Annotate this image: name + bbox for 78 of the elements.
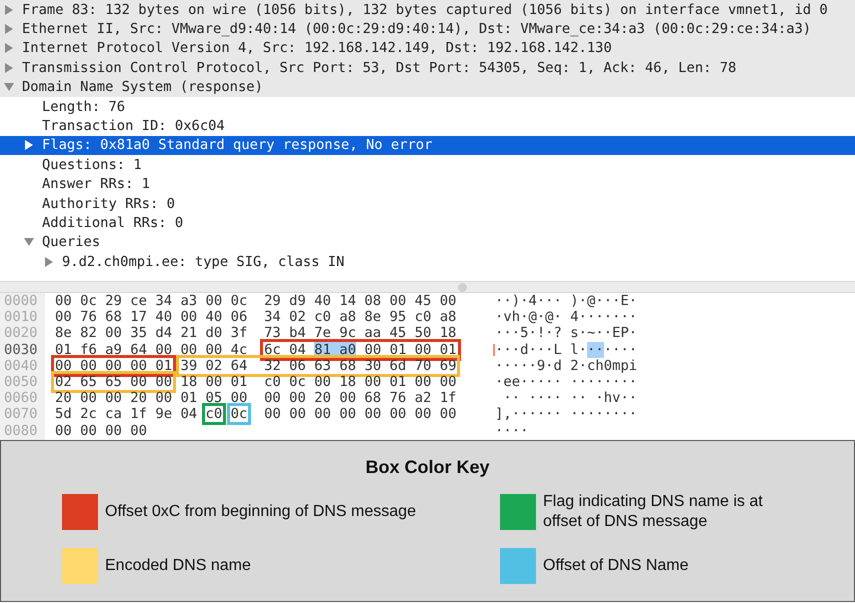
offset-label: 0010 [4,309,38,326]
tree-row[interactable]: Transaction ID: 0x6c04 [0,116,855,136]
offset-label: 0020 [4,325,38,342]
legend-label: Encoded DNS name [105,556,251,576]
legend-label: Offset of DNS Name [543,556,689,576]
offset-label: 0070 [4,406,38,422]
offset-label: 0060 [4,390,38,406]
hex-bytes: 0c [230,406,248,422]
tree-row[interactable]: 9.d2.ch0mpi.ee: type SIG, class IN [0,252,855,272]
tree-item-label: Flags: 0x81a0 Standard query response, No error [42,137,432,154]
tree-row[interactable]: Answer RRs: 1 [0,174,855,194]
hex-bytes: 20 00 00 20 00 01 05 00 00 00 20 00 68 76 a2 1f [55,390,456,406]
hex-bytes: 6c 04 [264,342,306,358]
tree-row[interactable]: Queries [0,232,855,252]
ascii-text: ·· ···· ·· ·hv·· [502,390,638,406]
tree-item-label: Answer RRs: 1 [42,176,150,192]
hex-bytes: c0 [206,406,222,422]
expand-arrow-icon[interactable] [44,256,54,267]
offset-label: 0030 [4,342,38,358]
tree-row[interactable]: Internet Protocol Version 4, Src: 192.168.142.149, Dst: 192.168.142.130 [0,38,855,58]
hex-bytes: 02 65 65 00 00 [55,374,172,390]
tree-item-label: Length: 76 [42,98,126,115]
ascii-text: ·····9·d 2·ch0mpi [495,358,638,374]
tree-item-label: Internet Protocol Version 4, Src: 192.168.142.149, Dst: 192.168.142.130 [22,40,612,56]
ascii-text: ···5·!·? s·~··EP· [495,325,638,342]
ascii-text: ·ee····· ········ [495,374,638,390]
ascii-text: ···d···L l· [495,342,587,358]
tree-item-label: Transmission Control Protocol, Src Port: 53, Dst Port: 54305, Seq: 1, Ack: 46, Len: 78 [22,60,736,76]
tree-item-label: Additional RRs: 0 [42,214,184,231]
hex-bytes: 18 00 01 c0 0c 00 18 00 01 00 00 [180,374,456,390]
offset-label: 0080 [4,422,38,439]
expand-arrow-icon[interactable] [4,62,14,73]
offset-label: 0040 [4,358,38,374]
hex-bytes: 00 00 00 00 00 00 00 00 [264,406,456,422]
offset-label: 0000 [4,293,38,310]
selected-ascii: ·· [587,342,604,358]
tree-row[interactable]: Ethernet II, Src: VMware_d9:40:14 (00:0c:29:d9:40:14), Dst: VMware_ce:34:a3 (00:0c:29:ce:34:a3) [0,19,855,39]
tree-row[interactable]: Length: 76 [0,96,855,116]
ascii-text: ·vh·@·@· 4······· [495,309,638,326]
tree-item-label: 9.d2.ch0mpi.ee: type SIG, class IN [62,254,344,270]
legend-label: Flag indicating DNS name is at offset of DNS message [543,492,764,532]
tree-row[interactable]: Additional RRs: 0 [0,213,855,233]
ascii-text: ],······ ········ [495,406,638,422]
grip-icon [458,282,467,292]
tree-item-label: Ethernet II, Src: VMware_d9:40:14 (00:0c:29:d9:40:14), Dst: VMware_ce:34:a3 (00:0c:29:ce:34:a3) [22,21,812,38]
collapse-arrow-icon[interactable] [24,237,34,248]
expand-arrow-icon[interactable] [4,24,14,34]
tree-item-label: Transaction ID: 0x6c04 [42,118,225,134]
ascii-text: ···· [495,422,528,438]
tree-row[interactable]: Transmission Control Protocol, Src Port: 53, Dst Port: 54305, Seq: 1, Ack: 46, Len: 78 [0,58,855,78]
tree-item-label: Frame 83: 132 bytes on wire (1056 bits), 132 bytes captured (1056 bits) on interface vmnet1, id 0 [22,2,828,18]
hex-bytes: 00 76 68 17 40 00 40 06 34 02 c0 a8 8e 95 c0 a8 [55,309,456,326]
tree-item-label: Domain Name System (response) [22,79,263,96]
hex-bytes: 8e 82 00 35 d4 21 d0 3f 73 b4 7e 9c aa 45 50 18 [55,325,456,342]
hex-bytes: 5d 2c ca 1f 9e 04 [55,406,198,422]
expand-arrow-icon[interactable] [4,43,14,54]
tree-row[interactable]: Frame 83: 132 bytes on wire (1056 bits), 132 bytes captured (1056 bits) on interface vmnet1, id 0 [0,0,855,20]
ascii-text: ··)·4··· )·@···E· [495,293,638,309]
hex-bytes: 00 01 00 01 [364,342,456,358]
tree-item-label: Queries [42,234,100,250]
legend-title: Box Color Key [364,457,491,478]
hex-bytes: 00 00 00 00 [55,422,147,438]
expand-arrow-icon[interactable] [4,4,14,15]
tree-row[interactable]: Authority RRs: 0 [0,194,855,214]
hex-bytes: 00 00 00 00 01 [55,358,172,374]
hex-bytes: 00 0c 29 ce 34 a3 00 0c 29 d9 40 14 08 00 45 00 [55,293,456,309]
tree-row[interactable]: Flags: 0x81a0 Standard query response, No error [0,136,855,156]
collapse-arrow-icon[interactable] [4,82,14,92]
legend-label: Offset 0xC from beginning of DNS message [105,502,416,522]
hex-bytes: 01 f6 a9 64 00 00 00 4c [55,342,248,358]
tree-item-label: Authority RRs: 0 [42,196,175,212]
hex-bytes: 39 02 64 32 06 63 68 30 6d 70 69 [180,358,456,374]
ascii-text: ···· [604,342,638,358]
tree-row[interactable]: Questions: 1 [0,155,855,175]
expand-arrow-icon[interactable] [24,140,34,150]
offset-label: 0050 [4,374,38,390]
tree-item-label: Questions: 1 [42,156,142,173]
tree-row[interactable]: Domain Name System (response) [0,78,855,97]
